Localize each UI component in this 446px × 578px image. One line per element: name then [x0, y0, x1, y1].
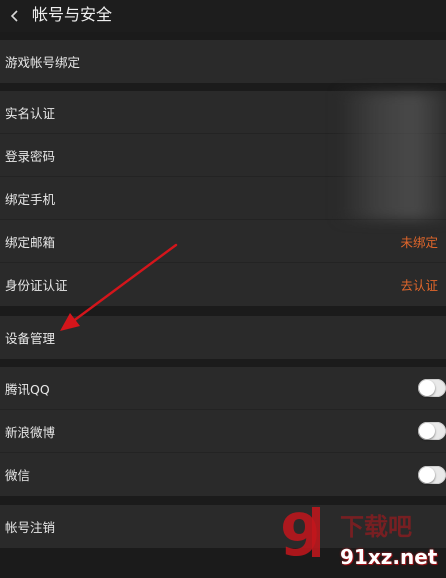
back-button[interactable]	[4, 5, 26, 27]
chevron-left-icon	[10, 10, 18, 22]
page-title: 帐号与安全	[32, 5, 113, 24]
row-id-verify[interactable]: 身份证认证 去认证	[0, 263, 446, 306]
row-label: 新浪微博	[5, 424, 56, 440]
row-wechat[interactable]: 微信	[0, 453, 446, 496]
section-social: 腾讯QQ 新浪微博 微信	[0, 367, 446, 496]
row-qq[interactable]: 腾讯QQ	[0, 367, 446, 410]
row-label: 登录密码	[5, 148, 56, 164]
top-bar: 帐号与安全	[0, 0, 446, 32]
weibo-toggle[interactable]	[418, 422, 446, 440]
blurred-region	[338, 92, 446, 220]
section-game: 游戏帐号绑定	[0, 40, 446, 83]
row-device-management[interactable]: 设备管理	[0, 316, 446, 359]
row-label: 腾讯QQ	[5, 381, 50, 397]
row-label: 绑定手机	[5, 191, 56, 207]
row-label: 身份证认证	[5, 278, 68, 293]
row-weibo[interactable]: 新浪微博	[0, 410, 446, 453]
row-game-account[interactable]: 游戏帐号绑定	[0, 40, 446, 83]
id-verify-action[interactable]: 去认证	[400, 275, 438, 294]
svg-text:下载吧: 下载吧	[340, 513, 412, 541]
row-label: 游戏帐号绑定	[5, 55, 81, 70]
qq-toggle[interactable]	[418, 379, 446, 397]
row-bind-email[interactable]: 绑定邮箱 未绑定	[0, 220, 446, 263]
row-label: 微信	[5, 468, 31, 483]
email-status: 未绑定	[400, 234, 438, 250]
row-label: 实名认证	[5, 105, 56, 121]
watermark-text: 91xz.net	[340, 545, 438, 569]
wechat-toggle[interactable]	[418, 465, 446, 484]
row-label: 设备管理	[5, 331, 56, 346]
section-device: 设备管理	[0, 316, 446, 359]
row-label: 帐号注销	[5, 520, 56, 535]
row-label: 绑定邮箱	[5, 234, 56, 250]
